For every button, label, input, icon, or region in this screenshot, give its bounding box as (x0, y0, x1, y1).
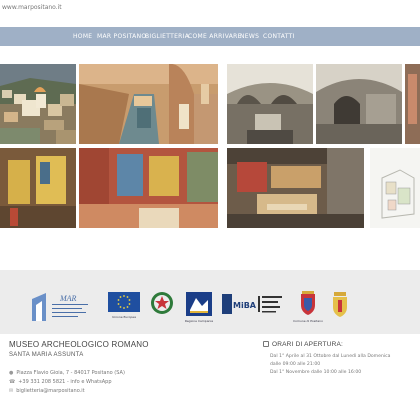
regione-campania-logo[interactable] (186, 292, 212, 316)
gallery-photo-vault-room[interactable] (227, 64, 313, 144)
phone-line[interactable]: ☎ +39 331 208 5821 - info e WhatsApp (9, 379, 112, 385)
gallery-photo-excavation[interactable] (227, 148, 364, 228)
campania-caption: Regione Campania (184, 319, 214, 323)
parish-crest[interactable] (330, 290, 350, 318)
main-nav: HOME MAR POSITANO BIGLIETTERIA COME ARRI… (0, 27, 420, 46)
nav-news[interactable]: NEWS (240, 33, 259, 40)
gallery-photo-stone-vault[interactable] (405, 64, 420, 144)
hours-line-3: Dal 1° Novembre dalle 10:00 alle 16:00 (270, 370, 362, 375)
address-text: Piazza Flavio Gioia, 7 - 84017 Positano … (16, 370, 125, 376)
gallery-photo-positano[interactable] (0, 64, 76, 144)
museum-title: MUSEO ARCHEOLOGICO ROMANO (9, 340, 149, 349)
opening-hours-title: ORARI DI APERTURA: (263, 341, 343, 348)
museum-subtitle: SANTA MARIA ASSUNTA (9, 352, 84, 358)
gallery-photo-vault-doorway[interactable] (316, 64, 402, 144)
gallery-photo-site-map[interactable] (370, 148, 420, 228)
svg-text:MAR: MAR (59, 294, 77, 303)
gallery-photo-fresco-yellow[interactable] (0, 148, 76, 228)
partner-logos: MAR Unione Europea Regione Campania MiBA… (0, 270, 420, 334)
nav-come-arrivare[interactable]: COME ARRIVARE (188, 33, 242, 40)
location-pin-icon: ● (9, 370, 14, 376)
nav-mar-positano[interactable]: MAR POSITANO (97, 33, 146, 40)
eu-flag-logo[interactable] (108, 292, 140, 312)
address-line: ● Piazza Flavio Gioia, 7 - 84017 Positano… (9, 370, 125, 376)
nav-contatti[interactable]: CONTATTI (263, 33, 295, 40)
positano-caption: Comune di Positano (293, 319, 323, 323)
footer: MUSEO ARCHEOLOGICO ROMANO SANTA MARIA AS… (0, 334, 420, 420)
email-icon: ✉ (9, 388, 14, 394)
phone-icon: ☎ (9, 379, 16, 385)
svg-text:MiBAC: MiBAC (233, 301, 258, 310)
gallery-photo-corridor[interactable] (79, 64, 218, 144)
eu-caption: Unione Europea (112, 315, 136, 319)
email-line[interactable]: ✉ biglietteria@marpositano.it (9, 388, 85, 394)
italian-republic-emblem[interactable] (150, 290, 174, 316)
url-text: www.marpositano.it (2, 4, 62, 11)
mar-positano-logo[interactable]: MAR (30, 291, 92, 323)
calendar-icon (263, 341, 269, 347)
phone-text[interactable]: +39 331 208 5821 - info e WhatsApp (18, 379, 111, 385)
gallery-photo-fresco-red[interactable] (79, 148, 218, 228)
mibac-logo[interactable]: MiBAC (222, 292, 262, 316)
hours-line-1: Dal 1° Aprile al 31 Ottobre dal Lunedì a… (270, 354, 391, 359)
comune-positano-crest[interactable] (298, 290, 318, 316)
photo-gallery (0, 57, 420, 233)
hours-line-2: dalle 09:00 alle 21:00 (270, 362, 321, 367)
browser-url-bar[interactable]: www.marpositano.it (0, 0, 420, 22)
nav-biglietteria[interactable]: BIGLIETTERIA (145, 33, 189, 40)
soprintendenza-logo[interactable] (256, 292, 284, 316)
nav-home[interactable]: HOME (73, 33, 92, 40)
email-text[interactable]: biglietteria@marpositano.it (16, 388, 84, 394)
opening-hours-label: ORARI DI APERTURA: (272, 341, 344, 348)
